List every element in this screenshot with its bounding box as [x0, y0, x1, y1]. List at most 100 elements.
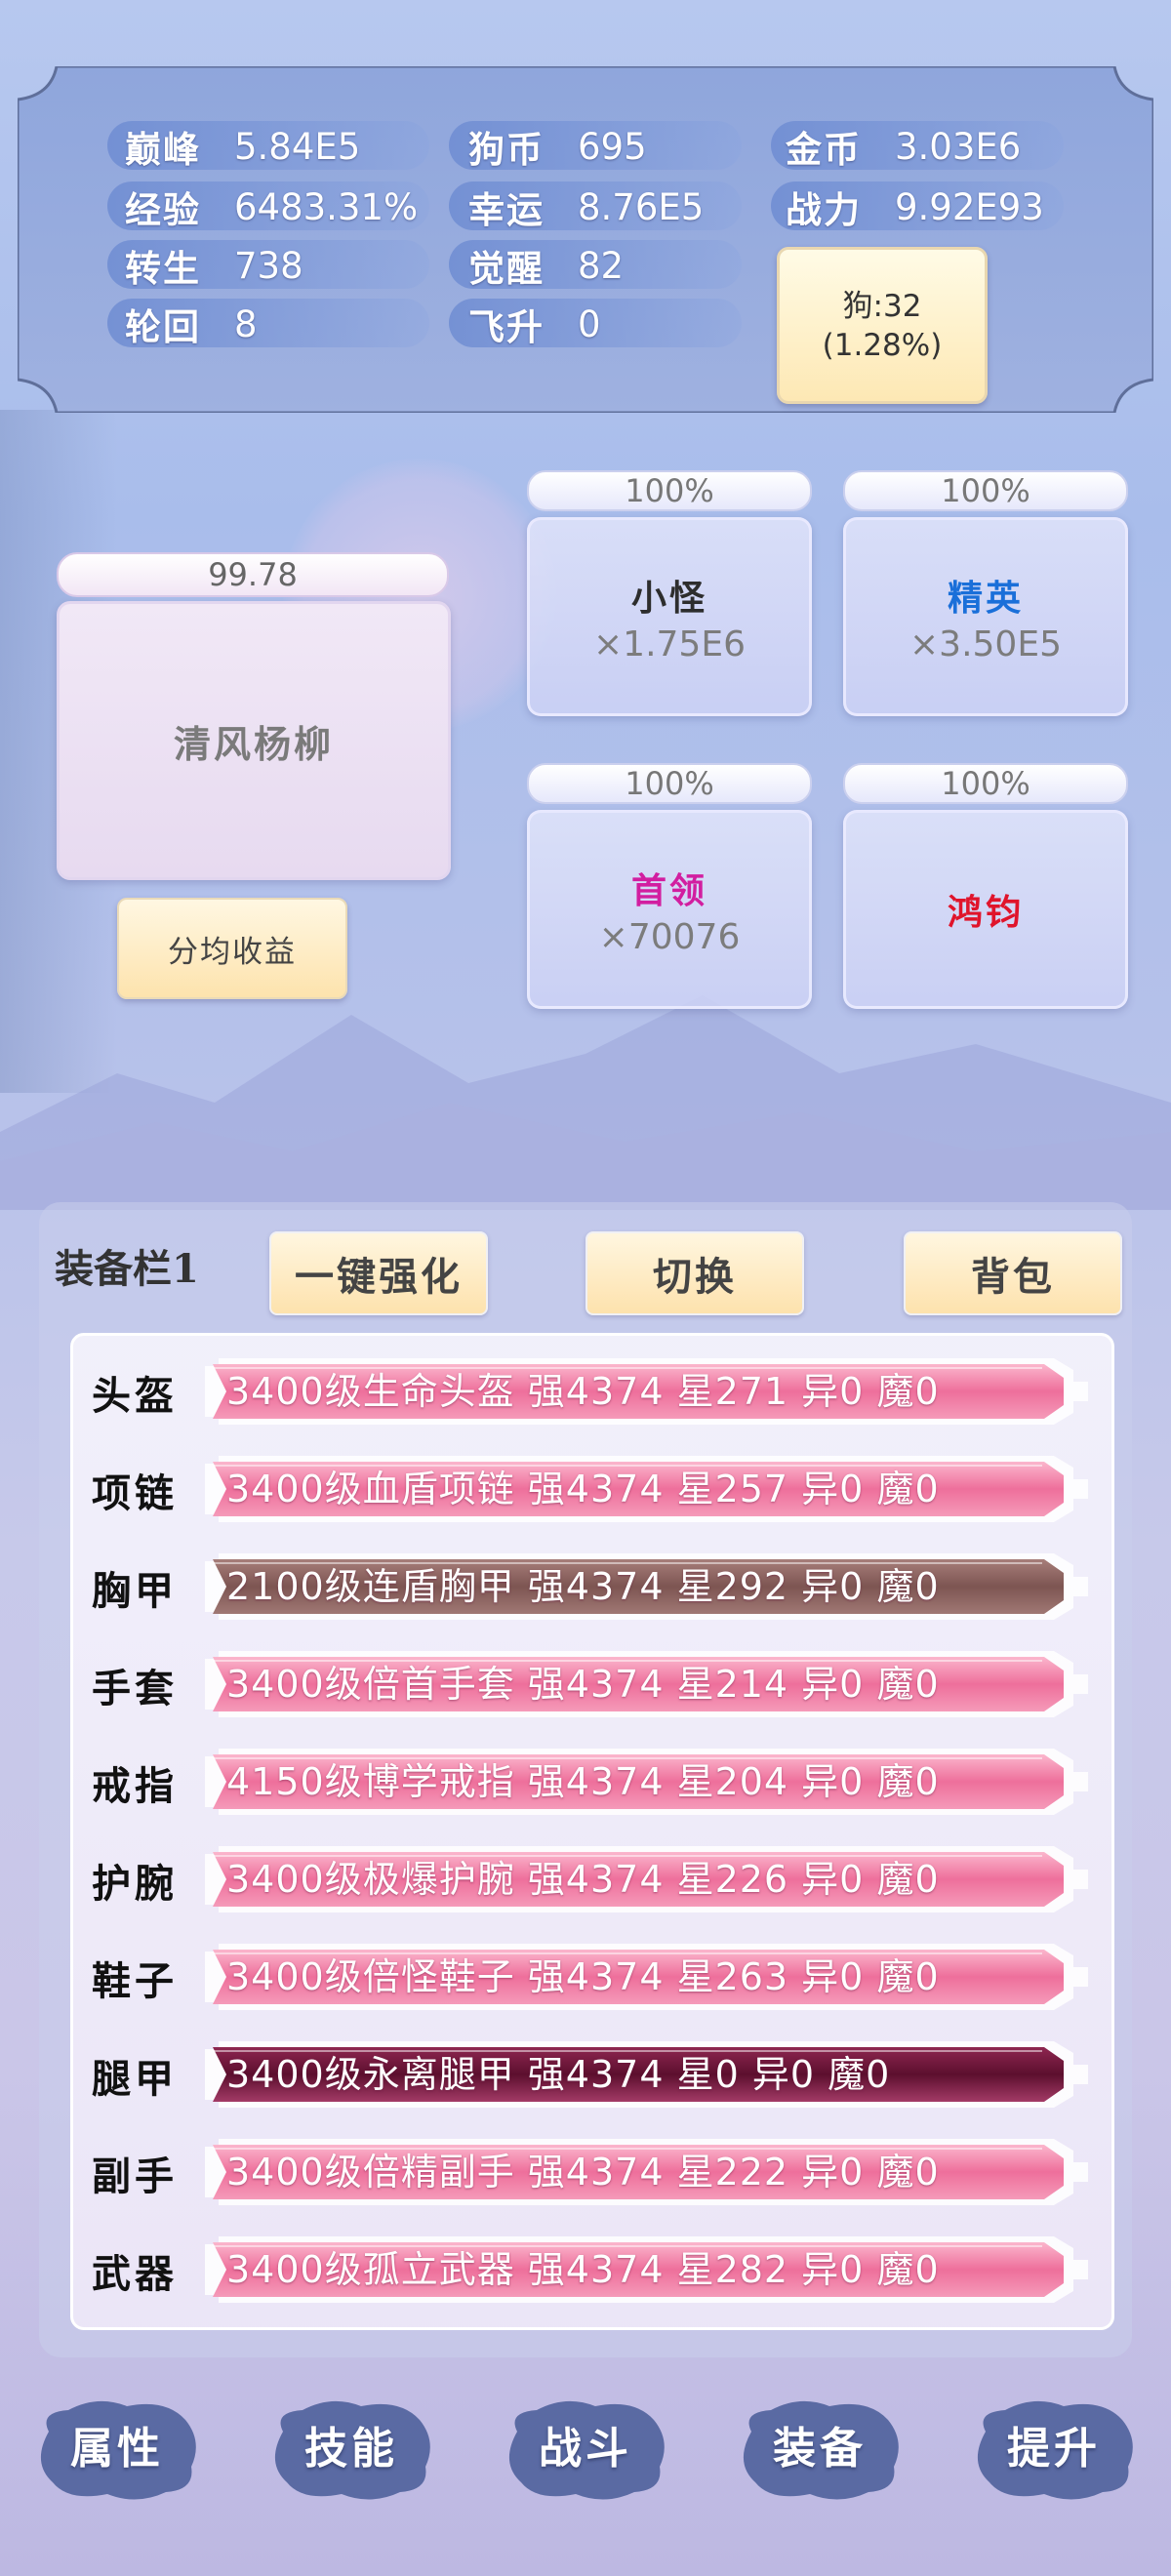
equipment-slot-name: 头盔 — [92, 1373, 178, 1419]
equipment-item-bar[interactable]: 2100级连盾胸甲 强4374 星292 异0 魔0 — [205, 1551, 1088, 1622]
button-label: 切换 — [653, 1254, 737, 1300]
equipment-item-bar[interactable]: 4150级博学戒指 强4374 星204 异0 魔0 — [205, 1747, 1088, 1817]
stat-power: 战力 9.92E93 — [786, 181, 1044, 232]
equipment-slot-name: 项链 — [92, 1470, 178, 1516]
equipment-row[interactable]: 腿甲 3400级永离腿甲 强4374 星0 异0 魔0 — [84, 2037, 1099, 2112]
equipment-item-bar[interactable]: 3400级血盾项链 强4374 星257 异0 魔0 — [205, 1454, 1088, 1524]
monster-name: 鸿钧 — [947, 892, 1024, 933]
nav-label: 战斗 — [539, 2424, 632, 2474]
monster-count: ×3.50E5 — [909, 624, 1062, 664]
stat-label: 转生 — [125, 247, 201, 290]
button-label: 背包 — [971, 1254, 1055, 1300]
boss-progress-bar: 99.78 — [57, 552, 449, 597]
equipment-item-text: 3400级极爆护腕 强4374 星226 异0 魔0 — [226, 1858, 940, 1901]
one-click-upgrade-button[interactable]: 一键强化 — [269, 1231, 488, 1315]
stat-awaken: 觉醒 82 — [468, 240, 624, 291]
monster-count: ×70076 — [598, 916, 741, 957]
nav-attributes[interactable]: 属性 — [29, 2393, 205, 2506]
stat-label: 飞升 — [468, 305, 545, 348]
equipment-item-text: 3400级永离腿甲 强4374 星0 异0 魔0 — [226, 2053, 891, 2096]
stat-value: 695 — [578, 125, 647, 168]
equipment-item-text: 3400级倍怪鞋子 强4374 星263 异0 魔0 — [226, 1955, 940, 1998]
equipment-row[interactable]: 戒指 4150级博学戒指 强4374 星204 异0 魔0 — [84, 1745, 1099, 1819]
monster-name: 首领 — [630, 869, 707, 911]
nav-skills[interactable]: 技能 — [263, 2393, 439, 2506]
equipment-row[interactable]: 武器 3400级孤立武器 强4374 星282 异0 魔0 — [84, 2233, 1099, 2307]
nav-label: 装备 — [773, 2424, 867, 2474]
boss-card[interactable]: 清风杨柳 — [57, 601, 451, 880]
nav-label: 属性 — [70, 2424, 164, 2474]
hongjun-progress-bar: 100% — [843, 763, 1128, 804]
monster-name: 精英 — [947, 577, 1024, 619]
equipment-slot-name: 胸甲 — [92, 1568, 178, 1614]
equipment-item-bar[interactable]: 3400级永离腿甲 强4374 星0 异0 魔0 — [205, 2039, 1088, 2110]
equipment-item-bar[interactable]: 3400级倍精副手 强4374 星222 异0 魔0 — [205, 2137, 1088, 2207]
share-earnings-label: 分均收益 — [168, 934, 297, 970]
progress-value: 100% — [941, 472, 1030, 509]
dog-button[interactable]: 狗:32 (1.28%) — [777, 247, 988, 404]
monster-card-hongjun[interactable]: 鸿钧 — [843, 810, 1128, 1009]
progress-value: 100% — [941, 765, 1030, 802]
equipment-row[interactable]: 护腕 3400级极爆护腕 强4374 星226 异0 魔0 — [84, 1842, 1099, 1916]
equipment-title: 装备栏1 — [55, 1246, 199, 1292]
equipment-item-bar[interactable]: 3400级倍怪鞋子 强4374 星263 异0 魔0 — [205, 1942, 1088, 2012]
stat-value: 8.76E5 — [578, 185, 705, 228]
stat-reincarnation: 轮回 8 — [125, 299, 258, 349]
boss-name: 清风杨柳 — [173, 721, 334, 766]
stat-value: 3.03E6 — [895, 125, 1022, 168]
monster-card-minion[interactable]: 小怪 ×1.75E6 — [527, 517, 812, 716]
progress-value: 100% — [625, 472, 714, 509]
boss-progress-value: 99.78 — [208, 556, 298, 593]
monster-card-leader[interactable]: 首领 ×70076 — [527, 810, 812, 1009]
equipment-row[interactable]: 项链 3400级血盾项链 强4374 星257 异0 魔0 — [84, 1452, 1099, 1526]
equipment-item-text: 3400级孤立武器 强4374 星282 异0 魔0 — [226, 2248, 940, 2291]
elite-progress-bar: 100% — [843, 470, 1128, 511]
stat-dog-coin: 狗币 695 — [468, 121, 647, 172]
monster-card-elite[interactable]: 精英 ×3.50E5 — [843, 517, 1128, 716]
stat-label: 狗币 — [468, 128, 545, 171]
switch-button[interactable]: 切换 — [586, 1231, 804, 1315]
stat-label: 幸运 — [468, 188, 545, 231]
equipment-item-bar[interactable]: 3400级孤立武器 强4374 星282 异0 魔0 — [205, 2234, 1088, 2305]
equipment-item-text: 2100级连盾胸甲 强4374 星292 异0 魔0 — [226, 1565, 940, 1608]
equipment-row[interactable]: 头盔 3400级生命头盔 强4374 星271 异0 魔0 — [84, 1354, 1099, 1429]
stat-luck: 幸运 8.76E5 — [468, 181, 704, 232]
equipment-slot-name: 腿甲 — [92, 2056, 178, 2102]
stat-label: 金币 — [786, 128, 862, 171]
nav-battle[interactable]: 战斗 — [498, 2393, 673, 2506]
equipment-row[interactable]: 鞋子 3400级倍怪鞋子 强4374 星263 异0 魔0 — [84, 1940, 1099, 2014]
stat-peak: 巅峰 5.84E5 — [125, 121, 360, 172]
minion-progress-bar: 100% — [527, 470, 812, 511]
stat-value: 9.92E93 — [895, 185, 1044, 228]
nav-equipment[interactable]: 装备 — [732, 2393, 908, 2506]
equipment-item-text: 3400级生命头盔 强4374 星271 异0 魔0 — [226, 1370, 940, 1413]
equipment-item-bar[interactable]: 3400级极爆护腕 强4374 星226 异0 魔0 — [205, 1844, 1088, 1914]
monster-name: 小怪 — [630, 577, 707, 619]
equipment-slot-name: 鞋子 — [92, 1958, 178, 2004]
equipment-item-bar[interactable]: 3400级生命头盔 强4374 星271 异0 魔0 — [205, 1356, 1088, 1427]
equipment-row[interactable]: 胸甲 2100级连盾胸甲 强4374 星292 异0 魔0 — [84, 1550, 1099, 1624]
nav-upgrade[interactable]: 提升 — [966, 2393, 1142, 2506]
stat-label: 觉醒 — [468, 247, 545, 290]
equipment-item-text: 3400级血盾项链 强4374 星257 异0 魔0 — [226, 1468, 940, 1510]
stat-rebirth: 转生 738 — [125, 240, 303, 291]
equipment-item-text: 3400级倍精副手 强4374 星222 异0 魔0 — [226, 2151, 940, 2194]
equipment-row[interactable]: 手套 3400级倍首手套 强4374 星214 异0 魔0 — [84, 1647, 1099, 1721]
equipment-slot-name: 武器 — [92, 2251, 178, 2297]
equipment-row[interactable]: 副手 3400级倍精副手 强4374 星222 异0 魔0 — [84, 2135, 1099, 2209]
stat-exp: 经验 6483.31% — [125, 181, 418, 232]
equipment-item-text: 4150级博学戒指 强4374 星204 异0 魔0 — [226, 1760, 940, 1803]
monster-count: ×1.75E6 — [593, 624, 746, 664]
dog-button-percent: (1.28%) — [822, 327, 943, 363]
stat-value: 738 — [234, 244, 303, 287]
button-label: 一键强化 — [295, 1254, 463, 1300]
equipment-item-bar[interactable]: 3400级倍首手套 强4374 星214 异0 魔0 — [205, 1649, 1088, 1719]
bag-button[interactable]: 背包 — [904, 1231, 1122, 1315]
stat-ascend: 飞升 0 — [468, 299, 601, 349]
nav-label: 提升 — [1007, 2424, 1101, 2474]
equipment-slot-name: 副手 — [92, 2153, 178, 2199]
share-earnings-button[interactable]: 分均收益 — [117, 898, 347, 999]
progress-value: 100% — [625, 765, 714, 802]
stat-label: 经验 — [125, 188, 201, 231]
dog-button-count: 狗:32 — [842, 288, 922, 324]
